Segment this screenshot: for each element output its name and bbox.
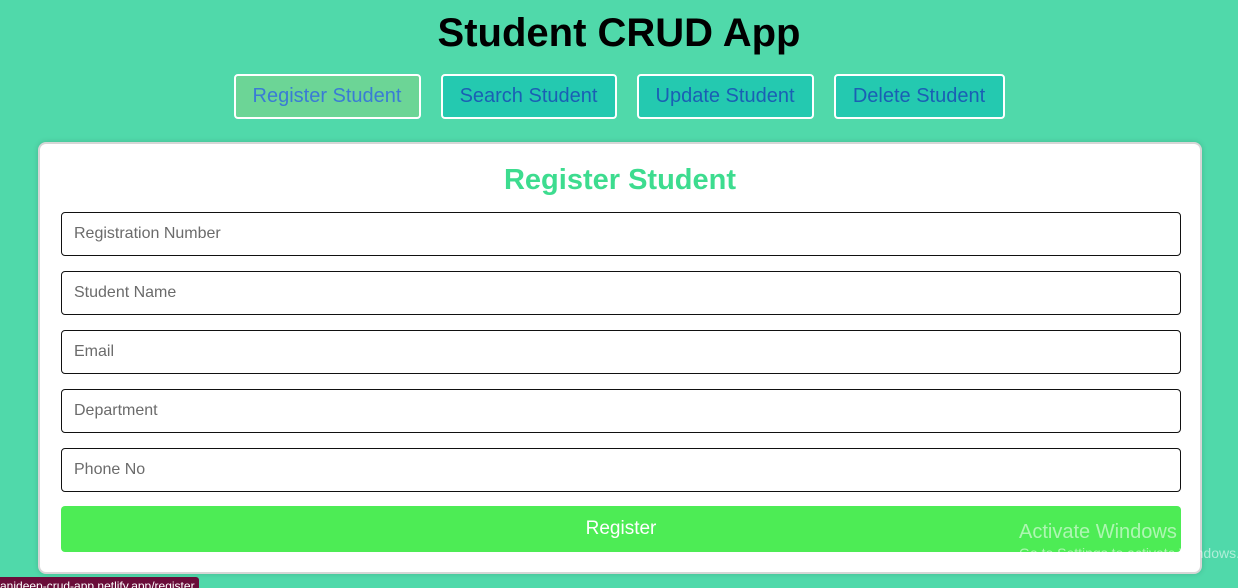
student-name-input[interactable] <box>61 271 1181 315</box>
app-title: Student CRUD App <box>437 11 801 55</box>
watermark-subtitle: Go to Settings to activate Windows. <box>1019 545 1238 561</box>
registration-number-input[interactable] <box>61 212 1181 256</box>
department-input[interactable] <box>61 389 1181 433</box>
nav-bar: Register Student Search Student Update S… <box>0 74 1238 119</box>
register-button[interactable]: Register <box>61 506 1181 552</box>
status-url-text: anideep-crud-app.netlify.app/register <box>0 579 195 588</box>
activate-windows-watermark: Activate Windows Go to Settings to activ… <box>1019 520 1238 562</box>
watermark-title: Activate Windows <box>1019 521 1177 543</box>
phone-number-input[interactable] <box>61 448 1181 492</box>
nav-search-student-button[interactable]: Search Student <box>440 74 617 119</box>
nav-register-student-button[interactable]: Register Student <box>233 74 421 119</box>
form-title: Register Student <box>503 164 737 196</box>
email-input[interactable] <box>61 330 1181 374</box>
nav-update-student-button[interactable]: Update Student <box>636 74 814 119</box>
nav-delete-student-button[interactable]: Delete Student <box>833 74 1005 119</box>
register-form-card: Register Student Register <box>38 142 1202 574</box>
status-bar-url: anideep-crud-app.netlify.app/register <box>0 577 199 588</box>
